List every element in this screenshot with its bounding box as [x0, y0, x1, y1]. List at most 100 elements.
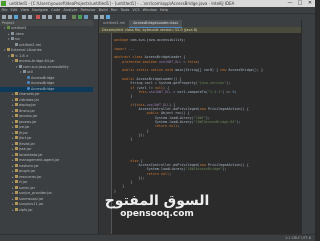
jar-icon — [15, 141, 18, 145]
code-token: = var1.compareTo( — [171, 89, 208, 94]
watermark-arabic-text: السوق المفتوح — [104, 193, 210, 209]
menu-item-analyze[interactable]: Analyze — [62, 8, 79, 12]
code-token: import — [114, 46, 129, 51]
code-token: public static native void — [122, 68, 176, 73]
tree-item-label: management-agent.jar — [19, 158, 60, 162]
menu-item-vcs[interactable]: VCS — [131, 8, 141, 12]
debug-icon[interactable] — [84, 15, 88, 19]
minimize-button[interactable]: — — [285, 0, 295, 7]
intellij-app-icon — [1, 1, 6, 6]
menu-item-navigate[interactable]: Navigate — [31, 8, 50, 12]
tree-item-label: charsets.jar — [19, 92, 40, 96]
tree-item-label: cldrdata.jar — [19, 97, 40, 102]
tree-item-label: AccessBridge — [31, 86, 55, 91]
jar-icon — [15, 130, 18, 134]
window-title: untitled1 - [C:\Users\yousef\IdeaProject… — [9, 1, 235, 6]
tree-item-label: AccessBridge — [31, 75, 55, 80]
opensooq-watermark: السوق المفتوح opensooq.com — [102, 193, 212, 233]
redo-icon[interactable] — [28, 15, 32, 19]
tree-item-label: jfxswt.jar — [19, 141, 36, 146]
jar-icon — [15, 119, 18, 123]
jar-icon — [15, 147, 18, 151]
paste-icon[interactable] — [48, 15, 52, 19]
tree-item-label: localedata.jar — [19, 152, 43, 157]
watermark-latin-text: opensooq.com — [120, 209, 194, 219]
open-folder-icon[interactable] — [2, 15, 6, 19]
cut-icon[interactable] — [36, 15, 40, 19]
window-titlebar: untitled1 - [C:\Users\yousef\IdeaProject… — [0, 0, 315, 7]
menu-item-run[interactable]: Run — [109, 8, 119, 12]
code-token: ); — [226, 81, 231, 86]
jar-icon — [15, 163, 18, 167]
code-token: ; — [234, 89, 237, 94]
tree-item-label: nashorn.jar — [19, 163, 39, 168]
code-token: main(String[] var0) { — [175, 68, 221, 73]
run-icon[interactable] — [78, 15, 82, 19]
project-tree: ▾ untitled1 ▸ .idea ▾ src untitled1.iml ▾ Extern… — [0, 26, 93, 213]
menu-item-code[interactable]: Code — [50, 8, 62, 12]
tree-item-label: jfr.jar — [19, 130, 28, 135]
folder-icon — [23, 70, 26, 74]
menu-item-view[interactable]: View — [19, 8, 31, 12]
menu-item-window[interactable]: Window — [141, 8, 158, 12]
code-token: new — [199, 107, 208, 112]
tree-item-label: com.sun.java.accessibility — [23, 64, 69, 69]
tree-item-label: sunjce_provider.jar — [19, 191, 52, 195]
tree-item-label: zipfs.jar — [19, 207, 33, 212]
code-token: "JAWTAccessBridge" — [185, 167, 223, 172]
tree-item-label: sunmscapi.jar — [19, 196, 44, 201]
code-token: return null — [154, 124, 178, 129]
decompiled-notice: Decompiled .class file, bytecode version… — [99, 27, 302, 33]
jar-icon — [15, 103, 18, 107]
close-button[interactable]: ✕ — [305, 0, 315, 7]
jar-icon — [15, 202, 18, 206]
jar-icon — [15, 207, 18, 211]
tree-item-label: .idea — [15, 31, 24, 36]
jar-icon — [15, 191, 18, 195]
editor-tab[interactable]: untitled1.iml — [99, 20, 129, 27]
jar-icon — [15, 125, 18, 129]
code-token: "JAWTAccessBridge-64" — [193, 119, 237, 124]
undo-icon[interactable] — [22, 15, 26, 19]
menu-item-refactor[interactable]: Refactor — [79, 8, 97, 12]
build-icon[interactable] — [72, 15, 76, 19]
jar-icon — [15, 196, 18, 200]
find-icon[interactable] — [56, 15, 60, 19]
menu-item-help[interactable]: Help — [158, 8, 169, 12]
jar-icon — [15, 152, 18, 156]
tree-item-label: sunec.jar — [19, 185, 36, 190]
help-icon[interactable] — [106, 15, 110, 19]
code-token: package — [114, 38, 131, 43]
editor-tab-bar: untitled1.iml AccessBridgeLoader.class — [99, 20, 302, 28]
sync-icon[interactable] — [14, 15, 18, 19]
jar-icon — [15, 174, 18, 178]
jar-icon — [11, 53, 14, 57]
save-all-icon[interactable] — [8, 15, 12, 19]
folder-icon — [15, 42, 18, 46]
status-position: 1:1 CRLF UTF-8 — [284, 236, 311, 240]
code-token: this — [138, 89, 147, 94]
tree-item-label: plugin.jar — [19, 169, 36, 173]
settings-icon[interactable] — [94, 15, 98, 19]
tree-item[interactable]: ▸ zipfs.jar — [0, 208, 93, 214]
code-token: ; — [177, 124, 180, 129]
replace-icon[interactable] — [62, 15, 66, 19]
code-token: ; — [169, 171, 172, 176]
class-icon — [27, 86, 30, 90]
code-token: useJAWT_DLL — [158, 59, 182, 64]
maximize-button[interactable]: □ — [295, 0, 305, 7]
tree-item-label: src — [15, 37, 21, 41]
code-token: AccessBridge(); } — [228, 68, 264, 73]
menu-item-edit[interactable]: Edit — [9, 8, 19, 12]
project-tool-window: Project ▾ untitled1 ▸ .idea ▾ src untitled1.im… — [0, 20, 93, 234]
menu-item-build[interactable]: Build — [97, 8, 109, 12]
project-structure-icon[interactable] — [100, 15, 104, 19]
menu-item-tools[interactable]: Tools — [119, 8, 131, 12]
tree-item-label: < 1.8 > — [15, 53, 29, 58]
right-tool-stripe — [301, 20, 315, 234]
jar-icon — [15, 92, 18, 96]
menu-item-file[interactable]: File — [0, 8, 9, 12]
copy-icon[interactable] — [42, 15, 46, 19]
jar-icon — [15, 158, 18, 162]
